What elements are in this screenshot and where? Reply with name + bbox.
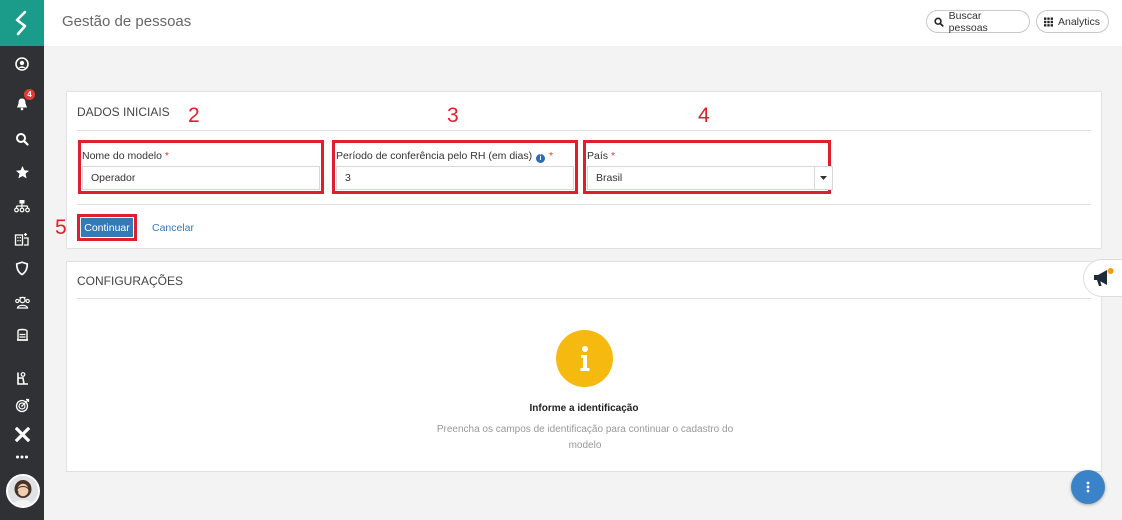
x-icon[interactable] xyxy=(0,422,44,446)
announcements-button[interactable] xyxy=(1083,259,1122,297)
building-icon[interactable] xyxy=(0,227,44,251)
country-select[interactable]: Brasil xyxy=(587,166,833,190)
logo-icon xyxy=(15,10,27,36)
more-actions-button[interactable] xyxy=(1071,470,1105,504)
page-title: Gestão de pessoas xyxy=(62,13,192,30)
info-icon[interactable]: i xyxy=(536,154,546,163)
review-period-input[interactable]: 3 xyxy=(336,166,574,190)
top-header: Gestão de pessoas Buscar pessoas Analyti… xyxy=(44,0,1122,46)
avatar-image xyxy=(8,476,38,506)
divider xyxy=(77,204,1091,205)
model-name-field: Nome do modelo * Operador xyxy=(78,140,324,194)
analytics-button[interactable]: Analytics xyxy=(1036,10,1109,33)
search-people-label: Buscar pessoas xyxy=(948,9,988,34)
bell-icon[interactable]: 4 xyxy=(0,89,44,116)
cancel-link[interactable]: Cancelar xyxy=(152,222,194,234)
org-chart-icon[interactable] xyxy=(0,194,44,218)
user-circle-icon[interactable] xyxy=(0,52,44,76)
divider xyxy=(77,130,1091,131)
app-logo[interactable] xyxy=(0,0,44,46)
review-period-field: Período de conferência pelo RH (em dias)… xyxy=(332,140,578,194)
more-vertical-icon xyxy=(1086,481,1090,493)
grid-icon xyxy=(1044,17,1053,26)
empty-state-description: Preencha os campos de identificação para… xyxy=(436,424,734,451)
continue-button-highlight: Continuar xyxy=(77,214,137,241)
notification-badge: 4 xyxy=(24,89,35,100)
country-field: País * Brasil xyxy=(583,140,833,194)
briefcase-icon[interactable] xyxy=(0,322,44,346)
shield-icon[interactable] xyxy=(0,256,44,280)
search-icon[interactable] xyxy=(0,127,44,151)
search-people-button[interactable]: Buscar pessoas xyxy=(926,9,1030,34)
model-name-label: Nome do modelo * xyxy=(82,150,169,162)
megaphone-icon xyxy=(1094,268,1114,286)
annotation-step-5: 5 xyxy=(55,216,67,239)
section-title: DADOS INICIAIS xyxy=(77,105,170,119)
target-icon[interactable] xyxy=(0,393,44,417)
info-icon xyxy=(556,330,613,387)
avatar[interactable] xyxy=(6,474,40,508)
sidebar: 4 xyxy=(0,0,44,520)
continue-button[interactable]: Continuar xyxy=(81,218,133,237)
star-icon[interactable] xyxy=(0,160,44,184)
initial-data-panel: DADOS INICIAIS 2 3 4 Nome do modelo * Op… xyxy=(55,91,1102,249)
person-desk-icon[interactable] xyxy=(0,366,44,390)
configurations-panel: CONFIGURAÇÕES Informe a identificação Pr… xyxy=(66,261,1102,472)
empty-state-title: Informe a identificação xyxy=(529,403,639,414)
section-title: CONFIGURAÇÕES xyxy=(77,274,184,288)
analytics-label: Analytics xyxy=(1057,15,1100,28)
model-name-input[interactable]: Operador xyxy=(82,166,320,190)
country-label: País * xyxy=(587,150,616,162)
divider xyxy=(77,298,1091,299)
search-icon xyxy=(934,17,944,27)
country-select-value: Brasil xyxy=(596,172,623,184)
review-period-label: Período de conferência pelo RH (em dias)… xyxy=(336,150,554,163)
team-icon[interactable] xyxy=(0,290,44,314)
chevron-down-icon[interactable] xyxy=(814,167,832,189)
more-icon[interactable] xyxy=(0,445,44,469)
annotation-step-2: 2 xyxy=(188,104,200,127)
annotation-step-3: 3 xyxy=(447,104,459,127)
annotation-step-4: 4 xyxy=(698,104,710,127)
